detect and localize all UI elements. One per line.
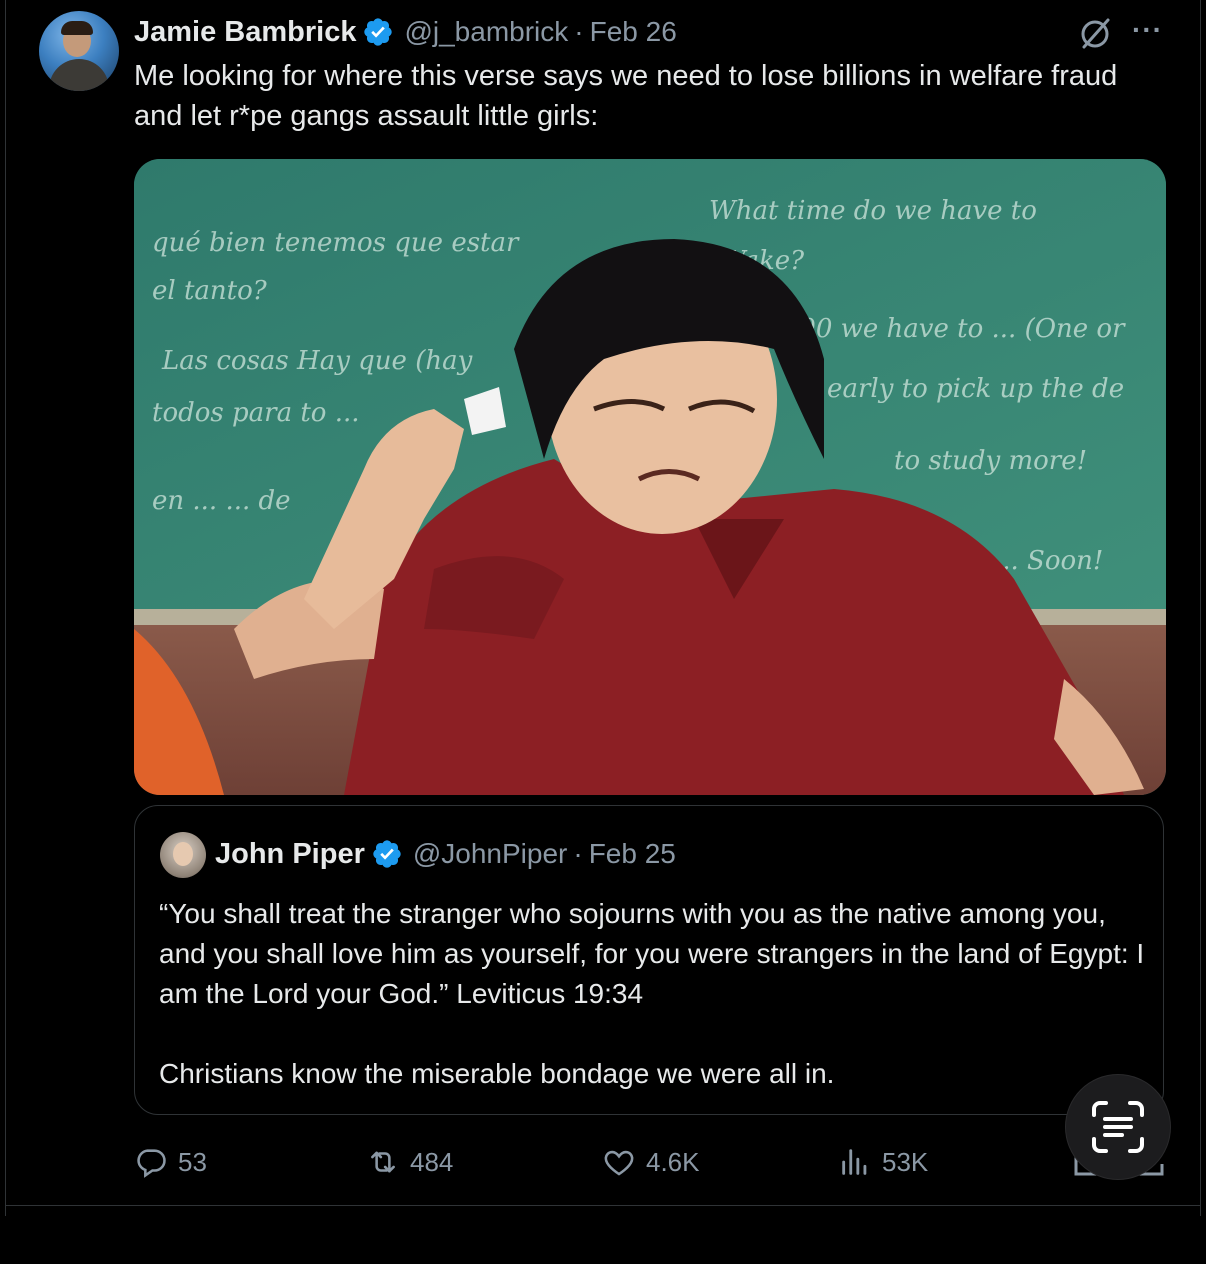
reply-count: 53 <box>178 1146 207 1177</box>
divider <box>5 1205 1200 1206</box>
quoted-tweet-text: “You shall treat the stranger who sojour… <box>159 894 1149 1094</box>
live-text-button[interactable] <box>1066 1075 1170 1179</box>
chalk-line: 9:00 we have to ... (One or <box>774 314 1126 344</box>
repost-button[interactable]: 484 <box>366 1142 453 1182</box>
chalk-line: en ... ... de <box>152 486 291 516</box>
like-icon <box>604 1150 634 1176</box>
grok-icon[interactable] <box>1077 15 1113 51</box>
like-count: 4.6K <box>646 1146 700 1177</box>
quoted-paragraph: “You shall treat the stranger who sojour… <box>159 898 1145 1009</box>
chalk-line: el tanto? <box>152 276 268 306</box>
tweet-date[interactable]: Feb 26 <box>590 16 677 48</box>
verified-badge-icon <box>373 840 401 868</box>
author-handle[interactable]: @j_bambrick <box>404 16 568 48</box>
quoted-tweet-header: John Piper @JohnPiper · Feb 25 <box>215 834 676 874</box>
tweet-header: Jamie Bambrick @j_bambrick · Feb 26 <box>134 14 677 50</box>
like-button[interactable]: 4.6K <box>602 1142 700 1182</box>
verified-badge-icon <box>364 18 393 46</box>
quoted-author-avatar[interactable] <box>160 832 206 878</box>
chalk-line: qué bien tenemos que estar <box>152 228 520 258</box>
chalk-line: ... early to pick up the de <box>794 374 1124 404</box>
author-name[interactable]: Jamie Bambrick <box>134 16 356 49</box>
more-icon[interactable]: ··· <box>1132 16 1166 44</box>
views-count: 53K <box>882 1146 929 1177</box>
author-avatar[interactable] <box>39 11 119 91</box>
quoted-tweet-date[interactable]: Feb 25 <box>589 838 676 870</box>
quoted-tweet[interactable]: John Piper @JohnPiper · Feb 25 “You shal… <box>134 805 1164 1115</box>
tweet-image[interactable]: qué bien tenemos que estar el tanto? Las… <box>134 159 1166 795</box>
repost-icon <box>371 1151 395 1173</box>
meme-image: qué bien tenemos que estar el tanto? Las… <box>134 159 1166 795</box>
quoted-author-name[interactable]: John Piper <box>215 838 365 871</box>
reply-button[interactable]: 53 <box>134 1142 207 1182</box>
tweet-text: Me looking for where this verse says we … <box>134 60 1118 132</box>
separator-dot: · <box>574 16 584 47</box>
chalk-line: to study more! <box>894 446 1087 476</box>
chalk-line: Las cosas Hay que (hay <box>161 346 473 376</box>
repost-count: 484 <box>410 1146 454 1177</box>
views-icon <box>842 1149 867 1175</box>
chalk-line: What time do we have to <box>709 196 1037 226</box>
views-button[interactable]: 53K <box>838 1142 928 1182</box>
quoted-paragraph: Christians know the miserable bondage we… <box>159 1058 835 1089</box>
separator-dot: · <box>573 838 583 869</box>
reply-icon <box>137 1149 166 1178</box>
chalk-line: todos para to ... <box>152 398 360 428</box>
quoted-author-handle[interactable]: @JohnPiper <box>413 838 568 870</box>
chalk-line: ... Soon! <box>994 546 1103 576</box>
live-text-icon <box>1092 1101 1144 1153</box>
